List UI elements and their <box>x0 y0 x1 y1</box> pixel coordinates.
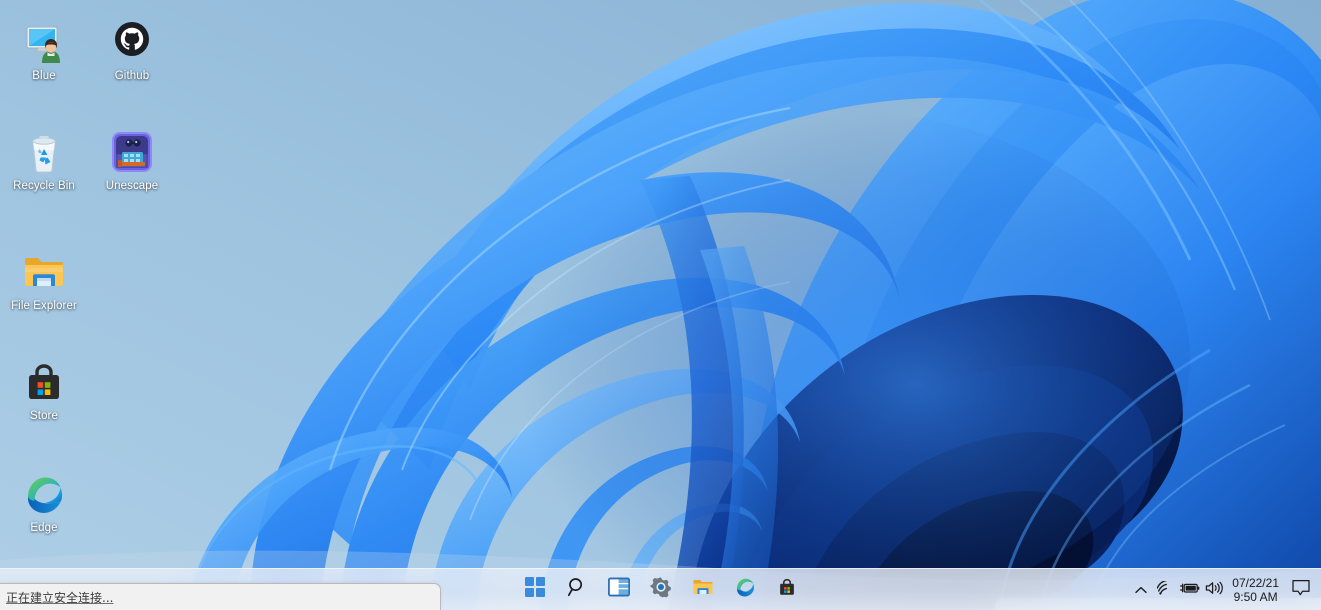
desktop[interactable]: Blue Github <box>0 0 1321 610</box>
recycle-bin-icon <box>20 128 68 176</box>
desktop-icon-label: Store <box>0 410 88 424</box>
desktop-icon-label: File Explorer <box>0 300 88 314</box>
status-bar-text: 正在建立安全连接... <box>6 589 113 606</box>
chat-bubble-icon <box>1291 579 1311 602</box>
notification-center-button[interactable] <box>1287 575 1315 605</box>
windows-logo-icon <box>525 577 545 602</box>
chevron-up-icon <box>1135 581 1147 599</box>
show-hidden-icons-button[interactable] <box>1128 575 1154 605</box>
volume-button[interactable] <box>1202 575 1226 605</box>
clock-date: 07/22/21 <box>1232 576 1279 590</box>
edge-button[interactable] <box>727 573 763 607</box>
remote-desktop-user-icon <box>20 18 68 66</box>
desktop-icon-grid: Blue Github <box>0 0 190 8</box>
taskbar-pinned-apps <box>517 570 805 610</box>
desktop-icon-file-explorer[interactable]: File Explorer <box>0 248 88 314</box>
settings-button[interactable] <box>643 573 679 607</box>
desktop-icon-recycle-bin[interactable]: Recycle Bin <box>0 128 88 194</box>
gear-icon <box>650 576 672 603</box>
system-tray: 07/22/21 9:50 AM <box>1128 569 1321 610</box>
unescape-game-icon <box>108 128 156 176</box>
battery-button[interactable] <box>1178 575 1202 605</box>
desktop-wallpaper <box>0 0 1321 610</box>
desktop-icon-label: Edge <box>0 522 88 536</box>
start-button[interactable] <box>517 573 553 607</box>
task-view-button[interactable] <box>601 573 637 607</box>
desktop-icon-label: Recycle Bin <box>0 180 88 194</box>
microsoft-edge-icon <box>20 470 68 518</box>
file-explorer-icon <box>691 575 715 604</box>
file-explorer-button[interactable] <box>685 573 721 607</box>
clock[interactable]: 07/22/21 9:50 AM <box>1226 576 1287 604</box>
battery-charging-icon <box>1180 581 1200 599</box>
clock-time: 9:50 AM <box>1234 590 1278 604</box>
search-button[interactable] <box>559 573 595 607</box>
browser-status-bar: 正在建立安全连接... <box>0 583 441 610</box>
desktop-icon-label: Unescape <box>88 180 176 194</box>
network-wifi-button[interactable] <box>1154 575 1178 605</box>
speaker-icon <box>1205 581 1223 600</box>
desktop-icon-github[interactable]: Github <box>88 18 176 84</box>
microsoft-edge-icon <box>733 575 757 604</box>
wifi-icon <box>1157 581 1175 600</box>
file-explorer-icon <box>20 248 68 296</box>
desktop-icon-blue[interactable]: Blue <box>0 18 88 84</box>
desktop-icon-store[interactable]: Store <box>0 358 88 424</box>
microsoft-store-icon <box>20 358 68 406</box>
store-button[interactable] <box>769 573 805 607</box>
desktop-icon-label: Github <box>88 70 176 84</box>
microsoft-store-icon <box>776 576 798 603</box>
task-view-icon <box>608 577 630 602</box>
github-octocat-icon <box>108 18 156 66</box>
search-icon <box>566 576 588 603</box>
desktop-icon-edge[interactable]: Edge <box>0 470 88 536</box>
desktop-icon-unescape[interactable]: Unescape <box>88 128 176 194</box>
desktop-icon-label: Blue <box>0 70 88 84</box>
